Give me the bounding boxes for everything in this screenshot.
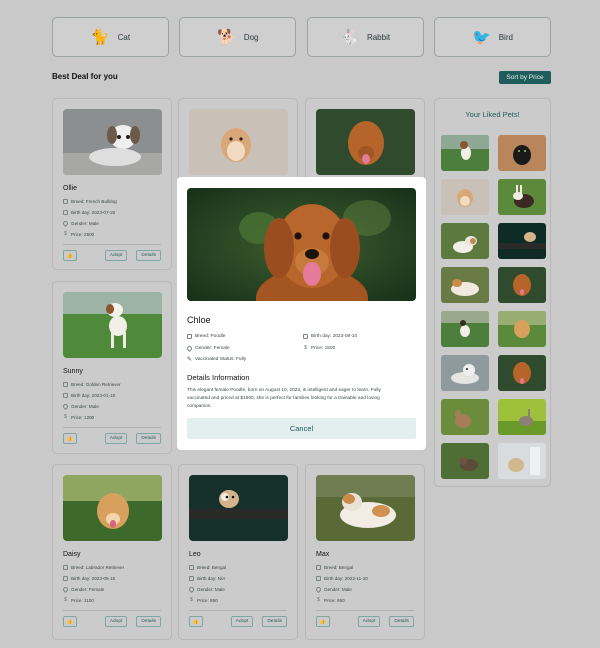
gender-text: Gender: Female xyxy=(195,345,230,351)
dollar-icon: $ xyxy=(304,344,307,351)
modal-vaccinated: ✎ Vaccinated Status: Fully xyxy=(187,354,416,365)
vaccinated-text: Vaccinated Status: Fully xyxy=(195,357,247,362)
gender-icon xyxy=(185,344,194,352)
modal-pet-name: Chloe xyxy=(187,315,211,325)
modal-price: $ Price: 1500 xyxy=(303,342,413,354)
modal-pet-photo xyxy=(187,188,416,328)
birthday-text: Birth day: 2023-08-10 xyxy=(311,333,358,339)
price-text: Price: 1500 xyxy=(311,345,336,351)
breed-icon xyxy=(187,333,192,339)
syringe-icon: ✎ xyxy=(187,357,193,363)
modal-birthday: Birth day: 2023-08-10 xyxy=(303,330,413,342)
breed-text: Breed: Poodle xyxy=(195,333,226,339)
pet-details-modal: Chloe Breed: Poodle Birth day: 2023-08-1… xyxy=(177,177,426,450)
modal-gender: Gender: Female xyxy=(185,342,303,354)
modal-breed: Breed: Poodle xyxy=(187,330,303,342)
modal-description: This elegant female Poodle, born on Augu… xyxy=(187,388,381,409)
calendar-icon xyxy=(303,333,308,339)
modal-details-title: Details Information xyxy=(187,373,250,382)
modal-info-grid: Breed: Poodle Birth day: 2023-08-10 Gend… xyxy=(185,330,416,354)
cancel-button[interactable]: Cancel xyxy=(187,418,416,439)
